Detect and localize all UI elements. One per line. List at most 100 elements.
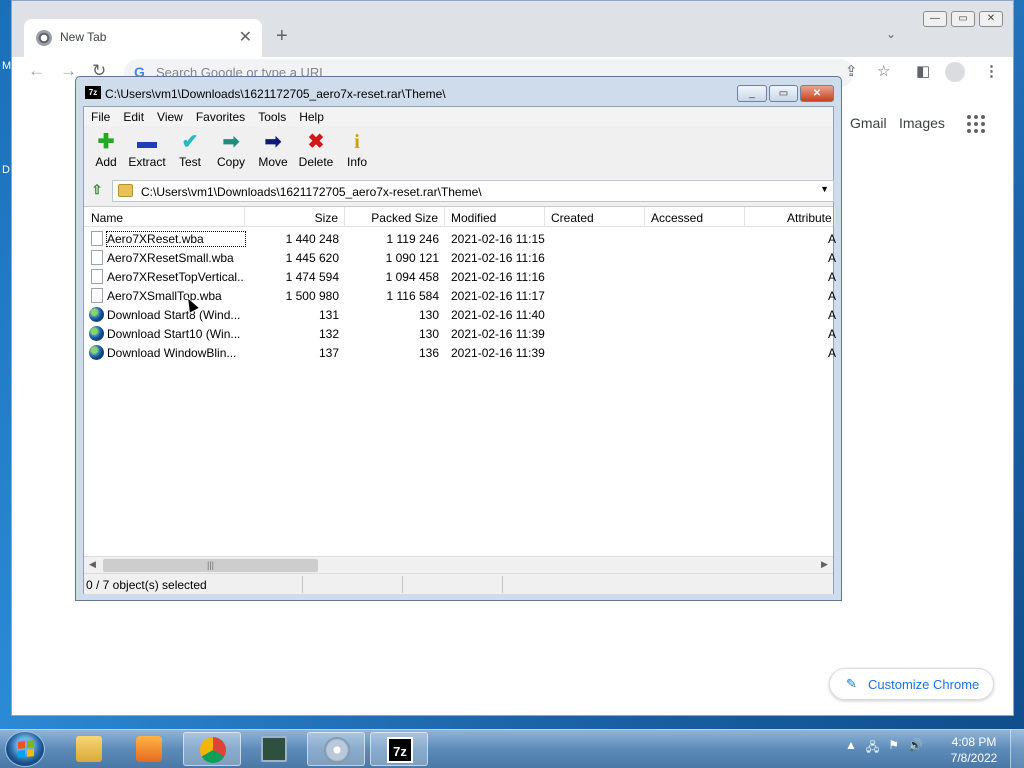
new-tab-button[interactable]: + — [276, 25, 288, 47]
list-item[interactable]: Download Start10 (Win... 132 130 2021-02-16… — [84, 324, 836, 343]
plus-icon: ✚ — [97, 131, 115, 153]
list-item[interactable]: Download WindowBlin... 137 136 2021-02-16 1… — [84, 343, 836, 362]
close-button[interactable]: ✕ — [800, 85, 834, 102]
column-packed-size[interactable]: Packed Size — [345, 207, 445, 227]
pencil-icon: ✎ — [846, 676, 857, 691]
minus-icon: ▬ — [137, 131, 157, 153]
item-name: Aero7XSmallTop.wba — [107, 289, 222, 303]
gmail-link[interactable]: Gmail — [850, 115, 887, 131]
delete-button[interactable]: ✖ Delete — [294, 131, 338, 177]
maximize-button[interactable]: ▭ — [951, 11, 975, 27]
status-divider — [302, 576, 303, 593]
column-created[interactable]: Created — [545, 207, 645, 227]
dropdown-arrow-icon[interactable]: ▼ — [820, 184, 829, 194]
scroll-right-icon[interactable]: ▶ — [821, 559, 828, 570]
column-size[interactable]: Size — [245, 207, 345, 227]
list-item[interactable]: Aero7XReset.wba 1 440 248 1 119 246 2021-02… — [84, 229, 836, 248]
menu-tools[interactable]: Tools — [258, 107, 292, 126]
volume-icon[interactable]: 🔊 — [908, 738, 923, 759]
menu-favorites[interactable]: Favorites — [196, 107, 251, 126]
column-name[interactable]: Name — [84, 207, 245, 227]
explorer-icon — [76, 736, 102, 762]
file-icon — [91, 231, 103, 246]
profile-avatar-icon[interactable] — [945, 62, 965, 82]
copy-button[interactable]: ➡ Copy — [211, 131, 251, 177]
clock[interactable]: 4:08 PM 7/8/2022 — [950, 734, 998, 766]
sevenzip-titlebar[interactable]: 7z C:\Users\vm1\Downloads\1621172705_aer… — [76, 77, 841, 105]
column-modified[interactable]: Modified — [445, 207, 545, 227]
item-packed-size: 130 — [418, 308, 439, 322]
taskbar-sevenzip[interactable]: 7z — [370, 732, 428, 766]
item-modified: 2021-02-16 11:16 — [451, 251, 545, 265]
list-item[interactable]: Aero7XResetSmall.wba 1 445 620 1 090 121 20… — [84, 248, 836, 267]
scroll-left-icon[interactable]: ◀ — [89, 559, 96, 570]
share-icon[interactable]: ⇪ — [845, 62, 858, 80]
disc-icon — [324, 737, 350, 763]
column-attribute[interactable]: Attribute — [745, 207, 835, 227]
start-button[interactable] — [5, 731, 45, 767]
menu-edit[interactable]: Edit — [123, 107, 150, 126]
extract-button[interactable]: ▬ Extract — [125, 131, 169, 177]
up-folder-icon[interactable]: ⇧ — [88, 182, 106, 200]
item-size: 1 474 594 — [285, 270, 339, 284]
taskbar-disc-app[interactable] — [307, 732, 365, 766]
google-apps-icon[interactable] — [967, 115, 985, 133]
test-button[interactable]: ✔ Test — [170, 131, 210, 177]
window-title: C:\Users\vm1\Downloads\1621172705_aero7x… — [105, 87, 446, 101]
add-button[interactable]: ✚ Add — [86, 131, 126, 177]
taskbar-media-player[interactable] — [120, 732, 178, 766]
scrollbar-thumb[interactable]: ||| — [103, 559, 318, 572]
minimize-button[interactable]: _ — [737, 85, 767, 102]
item-size: 1 440 248 — [285, 232, 339, 246]
internet-shortcut-icon — [89, 345, 104, 360]
item-modified: 2021-02-16 11:16 — [451, 270, 545, 284]
item-packed-size: 1 119 246 — [386, 232, 440, 246]
move-button[interactable]: ➡ Move — [253, 131, 293, 177]
info-button[interactable]: i Info — [337, 131, 377, 177]
column-accessed[interactable]: Accessed — [645, 207, 745, 227]
menu-file[interactable]: File — [91, 107, 116, 126]
path-text[interactable]: C:\Users\vm1\Downloads\1621172705_aero7x… — [141, 185, 482, 199]
list-header: Name Size Packed Size Modified Created A… — [84, 207, 835, 227]
file-list[interactable]: Name Size Packed Size Modified Created A… — [84, 206, 836, 556]
sevenzip-window: 7z C:\Users\vm1\Downloads\1621172705_aer… — [75, 76, 842, 601]
file-icon — [91, 269, 103, 284]
taskbar-chrome[interactable] — [183, 732, 241, 766]
customize-chrome-button[interactable]: ✎ Customize Chrome — [829, 668, 994, 700]
list-item[interactable]: Aero7XResetTopVertical... 1 474 594 1 094 … — [84, 267, 836, 286]
back-arrow-icon[interactable]: ← — [28, 61, 45, 81]
tray-expand-icon[interactable]: ▲ — [845, 738, 857, 759]
taskbar-task-manager[interactable] — [245, 732, 303, 766]
chrome-icon — [200, 737, 226, 763]
taskbar-explorer[interactable] — [60, 732, 118, 766]
selection-status: 0 / 7 object(s) selected — [86, 578, 207, 592]
side-panel-icon[interactable]: ◧ — [916, 62, 930, 80]
item-packed-size: 1 094 458 — [385, 270, 439, 284]
maximize-button[interactable]: ▭ — [769, 85, 798, 102]
close-button[interactable]: ✕ — [979, 11, 1003, 27]
path-combobox[interactable]: C:\Users\vm1\Downloads\1621172705_aero7x… — [112, 180, 834, 202]
kebab-menu-icon[interactable]: ⋮ — [984, 62, 999, 80]
status-divider — [402, 576, 403, 593]
item-name: Download Start8 (Wind... — [107, 308, 241, 322]
desktop-icon-label: D — [2, 164, 10, 176]
minimize-button[interactable]: — — [923, 11, 947, 27]
extract-label: Extract — [128, 155, 166, 169]
menu-view[interactable]: View — [157, 107, 189, 126]
show-desktop-button[interactable] — [1010, 730, 1024, 768]
item-name: Download Start10 (Win... — [107, 327, 241, 341]
menu-help[interactable]: Help — [299, 107, 330, 126]
check-icon: ✔ — [181, 131, 199, 153]
item-packed-size: 130 — [418, 327, 439, 341]
file-icon — [91, 250, 103, 265]
tab-search-icon[interactable]: ⌄ — [886, 27, 896, 41]
tab-close-icon[interactable]: ✕ — [239, 27, 252, 47]
network-icon[interactable]: 🖧 — [866, 738, 879, 759]
bookmark-star-icon[interactable]: ☆ — [877, 62, 890, 80]
tab-new-tab[interactable]: New Tab ✕ — [24, 19, 262, 57]
horizontal-scrollbar[interactable]: ◀ ||| ▶ — [84, 556, 833, 573]
toolbar: ✚ Add ▬ Extract ✔ Test ➡ Copy ➡ Move ✖ D… — [84, 127, 833, 177]
item-size: 1 500 980 — [285, 289, 339, 303]
images-link[interactable]: Images — [899, 115, 945, 131]
action-center-icon[interactable]: ⚑ — [888, 738, 899, 759]
